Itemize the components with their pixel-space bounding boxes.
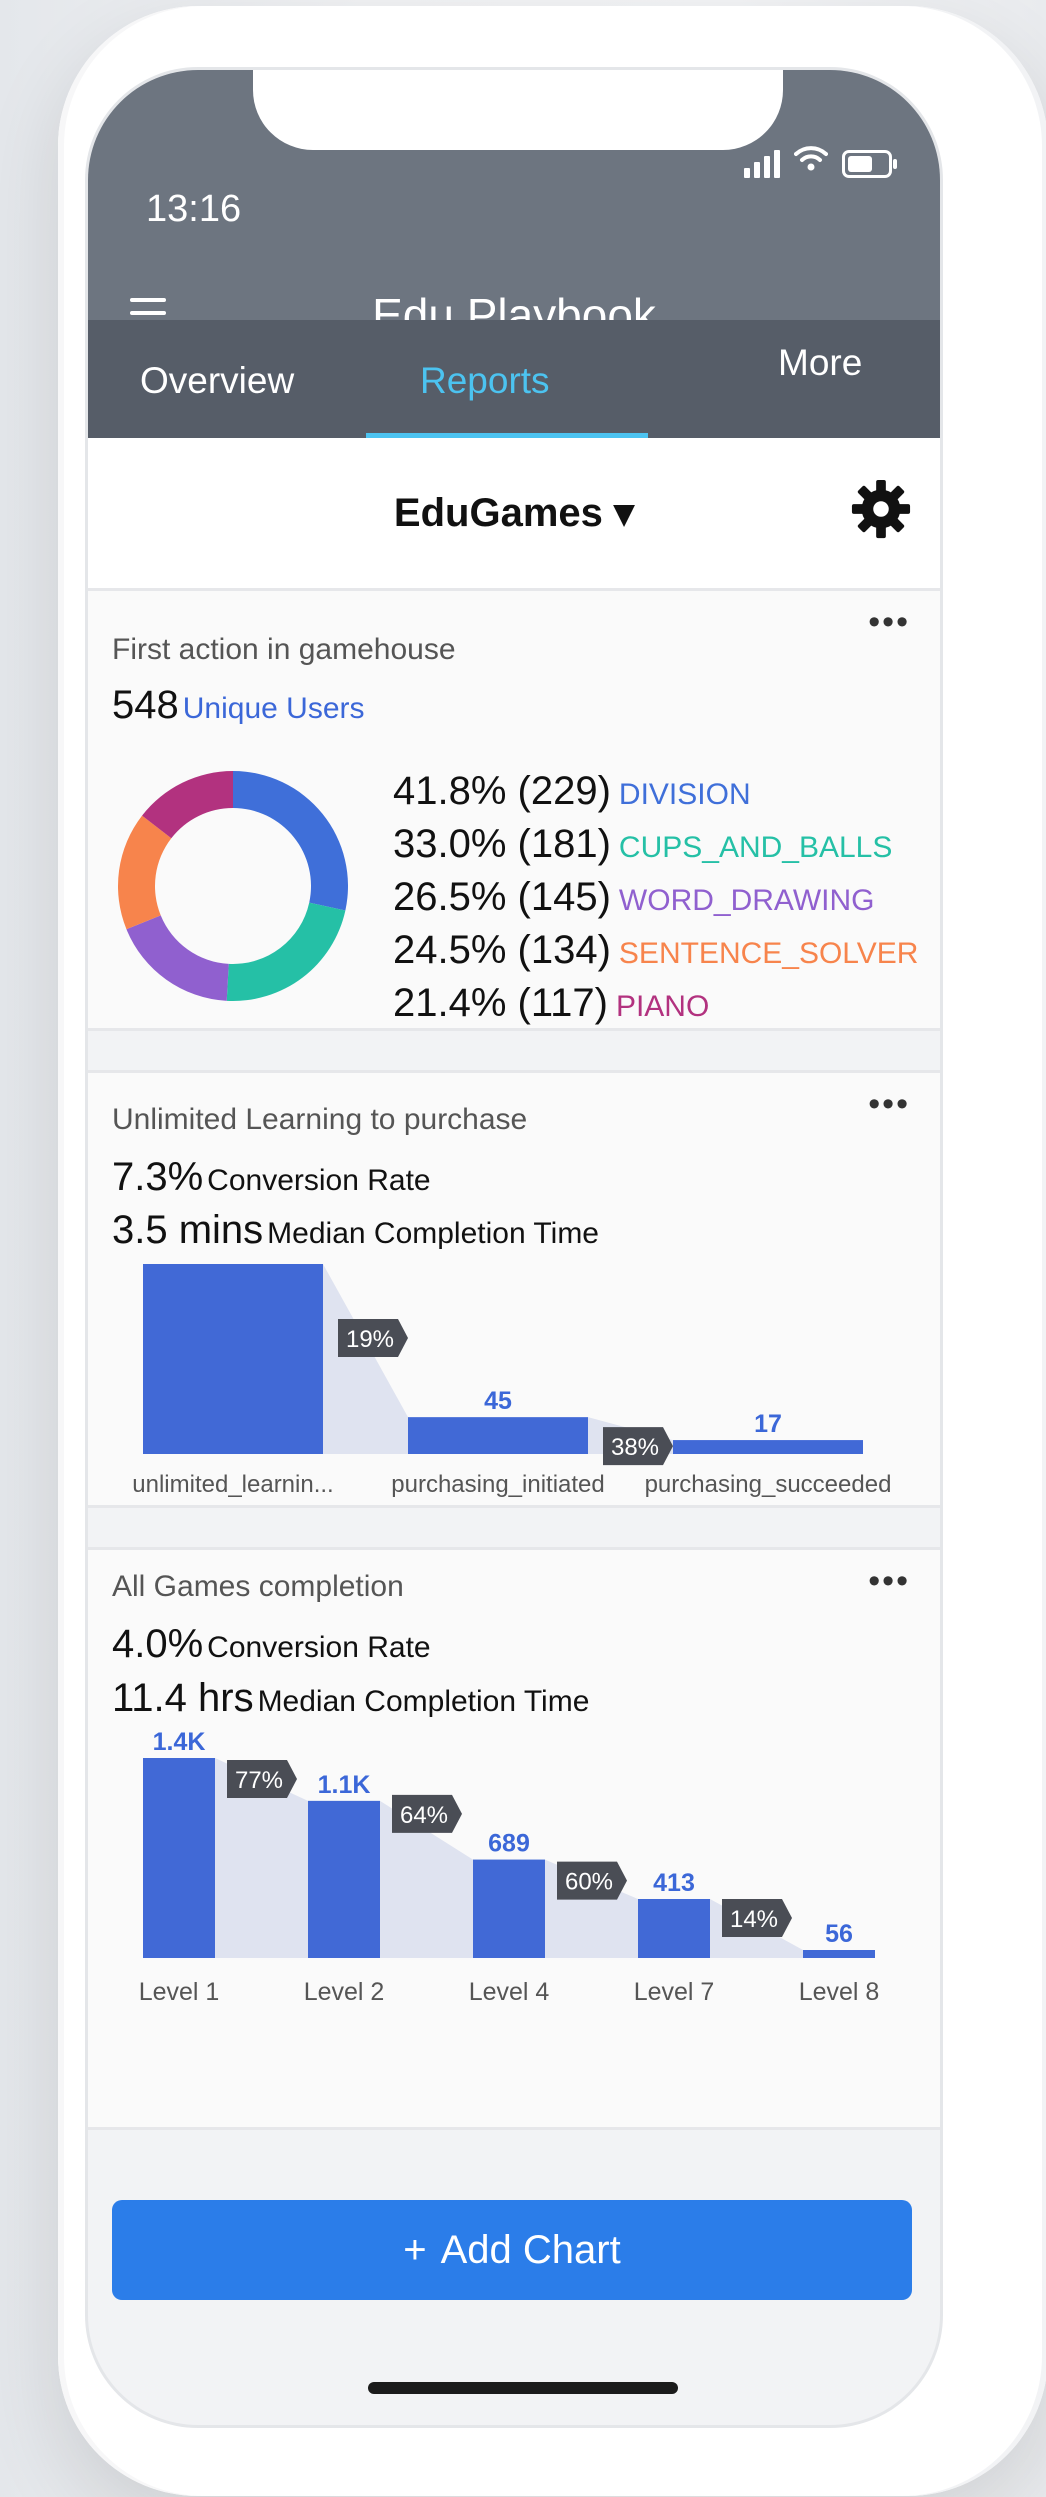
legend-item: 26.5% (145) WORD_DRAWING [393, 875, 874, 920]
status-icons [744, 142, 897, 178]
bar-value-label: 1.4K [153, 1728, 206, 1756]
funnel-bar[interactable] [143, 1264, 323, 1454]
status-time: 13:16 [146, 188, 242, 230]
category-label: Level 4 [469, 1978, 550, 2006]
legend-name: DIVISION [618, 778, 751, 811]
bar-value-label: 232 [212, 1258, 254, 1262]
step-rate-label: 60% [565, 1869, 613, 1896]
legend-name: PIANO [615, 990, 710, 1023]
time-label: Median Completion Time [267, 1217, 599, 1250]
conversion-rate-stat: 7.3% Conversion Rate [112, 1155, 431, 1200]
funnel-bar[interactable] [673, 1440, 863, 1454]
funnel-bar[interactable] [308, 1800, 380, 1958]
legend-value: 21.4% (117) [393, 981, 608, 1025]
legend-value: 24.5% (134) [393, 928, 611, 972]
add-chart-button[interactable]: + Add Chart [112, 2200, 912, 2300]
tab-more[interactable]: More [778, 342, 862, 384]
tab-overview[interactable]: Overview [140, 360, 294, 402]
tab-reports[interactable]: Reports [420, 360, 550, 402]
phone-screen: 13:16 Edu Playbook Overview Reports More… [88, 70, 940, 2425]
plus-icon: + [403, 2227, 427, 2272]
report-toolbar: EduGames ▾ [88, 438, 940, 588]
donut-slice [126, 915, 229, 1001]
funnel-connector [323, 1264, 408, 1454]
legend-value: 41.8% (229) [393, 769, 611, 813]
stat-value: 548 [112, 683, 179, 727]
notch [253, 70, 783, 150]
legend-value: 26.5% (145) [393, 875, 611, 919]
stat-label: Unique Users [182, 692, 365, 725]
unique-users-stat: 548 Unique Users [112, 683, 365, 728]
app-dropdown[interactable]: EduGames ▾ [88, 490, 940, 536]
wifi-icon [794, 142, 828, 178]
step-rate-label: 38% [611, 1434, 659, 1461]
legend-value: 33.0% (181) [393, 822, 611, 866]
home-indicator[interactable] [368, 2382, 678, 2394]
bar-value-label: 17 [754, 1410, 782, 1438]
gear-icon[interactable] [850, 478, 912, 540]
category-label: unlimited_learnin... [132, 1471, 333, 1498]
legend-item: 33.0% (181) CUPS_AND_BALLS [393, 822, 892, 867]
conversion-rate-stat: 4.0% Conversion Rate [112, 1622, 431, 1667]
card-title: First action in gamehouse [112, 633, 456, 666]
tab-bar: Overview Reports More [88, 320, 940, 438]
more-options-icon[interactable]: ••• [868, 1562, 910, 1601]
card-unlimited-learning: ••• Unlimited Learning to purchase 7.3% C… [88, 1070, 940, 1508]
card-first-action: ••• First action in gamehouse 548 Unique … [88, 588, 940, 1031]
donut-slice [118, 815, 172, 930]
signal-icon [744, 150, 780, 178]
app-header: 13:16 Edu Playbook [88, 70, 940, 341]
donut-slice [233, 771, 348, 911]
time-value: 3.5 mins [112, 1208, 264, 1252]
battery-icon [842, 150, 897, 178]
completion-time-stat: 11.4 hrs Median Completion Time [112, 1676, 589, 1721]
funnel-bar[interactable] [408, 1417, 588, 1454]
donut-chart [118, 771, 348, 1001]
legend-item: 24.5% (134) SENTENCE_SOLVER [393, 928, 918, 973]
time-value: 11.4 hrs [112, 1676, 254, 1720]
more-options-icon[interactable]: ••• [868, 603, 910, 642]
rate-value: 7.3% [112, 1155, 204, 1199]
legend-item: 41.8% (229) DIVISION [393, 769, 751, 814]
funnel-bar[interactable] [803, 1950, 875, 1958]
legend-name: SENTENCE_SOLVER [618, 937, 919, 970]
card-title: Unlimited Learning to purchase [112, 1103, 528, 1136]
more-options-icon[interactable]: ••• [868, 1085, 910, 1124]
legend-item: 21.4% (117) PIANO [393, 981, 709, 1026]
category-label: Level 8 [799, 1978, 880, 2006]
donut-slice [226, 902, 346, 1001]
step-rate-label: 64% [400, 1802, 448, 1829]
category-label: purchasing_succeeded [645, 1471, 892, 1498]
step-rate-label: 77% [235, 1767, 283, 1794]
rate-label: Conversion Rate [207, 1164, 431, 1197]
funnel-bar[interactable] [473, 1859, 545, 1958]
card-title: All Games completion [112, 1570, 404, 1603]
category-label: Level 2 [304, 1978, 385, 2006]
funnel-chart: 1.4K Level 1 1.1K Level 2 689 Level 4 413 Level… [139, 1728, 880, 2006]
card-all-games: ••• All Games completion 4.0% Conversion … [88, 1547, 940, 2130]
category-label: Level 1 [139, 1978, 220, 2006]
funnel-chart: 232 unlimited_learnin... 45 purchasing_init… [132, 1258, 892, 1498]
bar-value-label: 56 [825, 1920, 853, 1948]
step-rate-label: 19% [346, 1326, 394, 1353]
rate-label: Conversion Rate [207, 1631, 431, 1664]
rate-value: 4.0% [112, 1622, 204, 1666]
add-chart-label: Add Chart [440, 2227, 621, 2272]
funnel-bar[interactable] [638, 1899, 710, 1958]
category-label: purchasing_initiated [391, 1471, 604, 1498]
time-label: Median Completion Time [257, 1685, 590, 1718]
bar-value-label: 689 [488, 1830, 530, 1858]
bar-value-label: 413 [653, 1869, 695, 1897]
legend-name: WORD_DRAWING [618, 884, 875, 917]
completion-time-stat: 3.5 mins Median Completion Time [112, 1208, 599, 1253]
bar-value-label: 45 [484, 1387, 512, 1415]
legend-name: CUPS_AND_BALLS [618, 831, 893, 864]
step-rate-label: 14% [730, 1906, 778, 1933]
funnel-bar[interactable] [143, 1758, 215, 1958]
bar-value-label: 1.1K [318, 1771, 371, 1799]
category-label: Level 7 [634, 1978, 715, 2006]
